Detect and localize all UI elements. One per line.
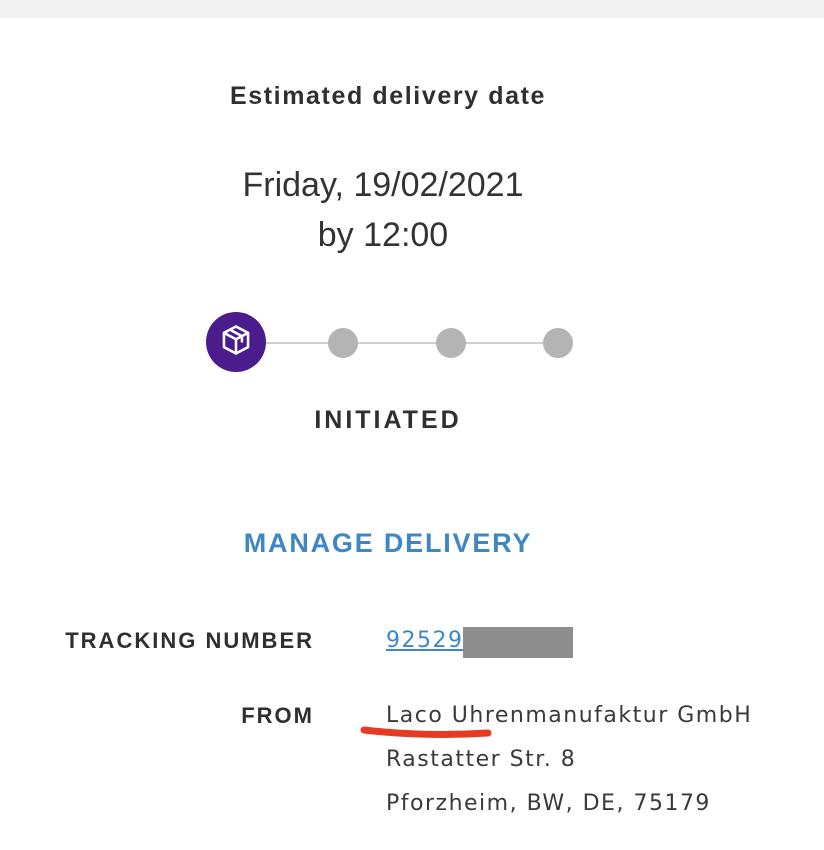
red-underline-annotation [360, 726, 492, 738]
